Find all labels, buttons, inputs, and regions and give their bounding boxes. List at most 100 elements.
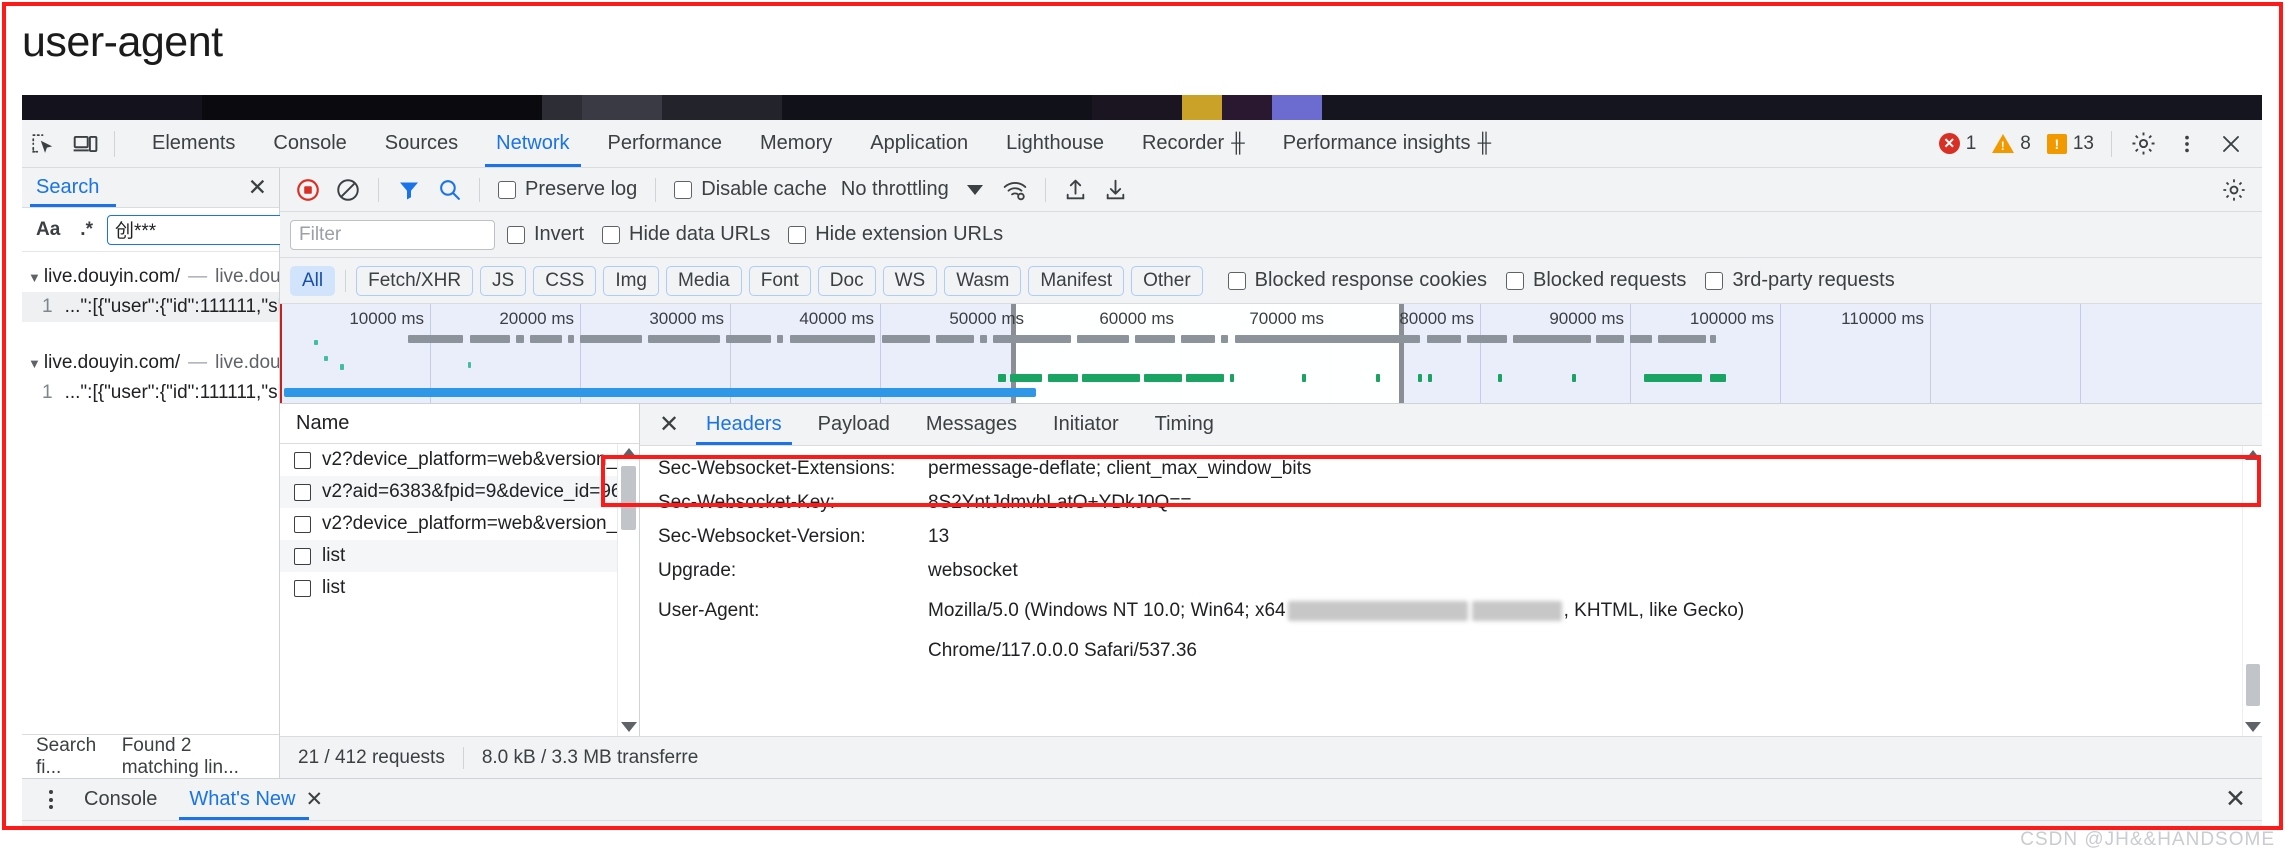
timeline-bar: [936, 335, 974, 343]
tab-memory[interactable]: Memory: [741, 120, 851, 167]
search-result-line[interactable]: 1 ...":[{"user":{"id":111111,"short_i...: [22, 378, 279, 408]
checkbox-box: [507, 225, 525, 244]
error-counter[interactable]: ✕ 1: [1932, 133, 1984, 155]
details-scrollbar[interactable]: [2242, 446, 2262, 736]
third-party-requests-checkbox[interactable]: 3rd-party requests: [1699, 269, 1900, 292]
tab-elements[interactable]: Elements: [133, 120, 254, 167]
chip-ws[interactable]: WS: [882, 265, 938, 296]
issues-counter[interactable]: ! 13: [2040, 133, 2101, 155]
header-row: Sec-Websocket-Extensions: permessage-def…: [640, 452, 2262, 486]
network-settings-gear-icon[interactable]: [2216, 172, 2252, 208]
device-toolbar-icon[interactable]: [64, 123, 106, 165]
chevron-down-icon[interactable]: [966, 184, 983, 195]
regex-toggle[interactable]: .*: [74, 217, 99, 243]
row-checkbox[interactable]: [294, 515, 311, 533]
warning-counter[interactable]: 8: [1985, 133, 2038, 155]
request-name: v2?device_platform=web&version_cod...: [322, 449, 639, 470]
chip-fetch-xhr[interactable]: Fetch/XHR: [356, 265, 474, 296]
scroll-down-icon[interactable]: [620, 722, 637, 732]
close-icon[interactable]: ✕: [652, 408, 686, 442]
tab-headers[interactable]: Headers: [690, 404, 798, 445]
match-case-toggle[interactable]: Aa: [30, 217, 66, 243]
transferred-size: 8.0 kB / 3.3 MB transferre: [481, 746, 699, 768]
blocked-requests-checkbox[interactable]: Blocked requests: [1500, 269, 1692, 292]
gear-icon[interactable]: [2122, 123, 2164, 165]
throttling-select[interactable]: No throttling: [837, 178, 953, 201]
timeline-bar: [530, 335, 562, 343]
kebab-menu-icon[interactable]: [2166, 123, 2208, 165]
filter-input[interactable]: [290, 219, 495, 250]
table-row[interactable]: v2?device_platform=web&version_cod...: [280, 508, 639, 540]
table-row[interactable]: list: [280, 572, 639, 604]
tab-network[interactable]: Network: [477, 120, 588, 167]
timeline-bar: [1010, 374, 1042, 382]
search-result-group[interactable]: ▼ live.douyin.com/ — live.douyin.co...: [22, 348, 279, 378]
row-checkbox[interactable]: [294, 579, 311, 597]
warning-count: 8: [2020, 132, 2031, 154]
drawer-close-icon[interactable]: ✕: [2225, 787, 2246, 812]
row-checkbox[interactable]: [294, 547, 311, 565]
disable-cache-checkbox[interactable]: Disable cache: [668, 178, 833, 201]
checkbox-box: [1227, 271, 1246, 290]
tab-timing[interactable]: Timing: [1139, 404, 1230, 445]
table-row[interactable]: v2?device_platform=web&version_cod...: [280, 444, 639, 476]
tab-messages[interactable]: Messages: [910, 404, 1033, 445]
clear-icon[interactable]: [330, 172, 366, 208]
wifi-settings-icon[interactable]: [997, 172, 1033, 208]
hide-extension-urls-checkbox[interactable]: Hide extension URLs: [782, 223, 1009, 246]
chip-media[interactable]: Media: [666, 265, 742, 296]
blocked-response-cookies-checkbox[interactable]: Blocked response cookies: [1222, 269, 1493, 292]
scrollbar-thumb[interactable]: [2246, 664, 2260, 706]
filter-funnel-icon[interactable]: [391, 172, 427, 208]
search-result-group[interactable]: ▼ live.douyin.com/ — live.douyin.co...: [22, 262, 279, 292]
requests-scrollbar[interactable]: [617, 444, 639, 736]
tab-sources[interactable]: Sources: [366, 120, 477, 167]
table-row[interactable]: list: [280, 540, 639, 572]
download-icon[interactable]: [1098, 172, 1134, 208]
drawer-tab-console[interactable]: Console: [68, 779, 173, 820]
scroll-down-icon[interactable]: [2244, 722, 2261, 732]
chip-all[interactable]: All: [290, 265, 336, 296]
tab-lighthouse[interactable]: Lighthouse: [987, 120, 1123, 167]
tab-payload[interactable]: Payload: [802, 404, 906, 445]
kebab-menu-icon[interactable]: [34, 783, 68, 817]
inspect-element-icon[interactable]: [22, 123, 64, 165]
close-icon[interactable]: ✕: [305, 789, 323, 810]
search-result-line[interactable]: 1 ...":[{"user":{"id":111111,"short_i...: [22, 292, 279, 322]
row-checkbox[interactable]: [294, 451, 311, 469]
hide-data-urls-checkbox[interactable]: Hide data URLs: [596, 223, 776, 246]
tab-initiator[interactable]: Initiator: [1037, 404, 1135, 445]
preserve-log-checkbox[interactable]: Preserve log: [492, 178, 643, 201]
row-checkbox[interactable]: [294, 483, 311, 501]
close-icon[interactable]: [2210, 123, 2252, 165]
chip-js[interactable]: JS: [480, 265, 527, 296]
record-stop-icon[interactable]: [290, 172, 326, 208]
requests-column-header-name[interactable]: Name: [280, 404, 639, 444]
timeline-tick-label: 20000 ms: [499, 309, 574, 328]
scroll-up-icon[interactable]: [2244, 450, 2261, 460]
chip-other[interactable]: Other: [1131, 265, 1203, 296]
chip-font[interactable]: Font: [748, 265, 811, 296]
chip-css[interactable]: CSS: [533, 265, 597, 296]
tab-application[interactable]: Application: [851, 120, 987, 167]
invert-checkbox[interactable]: Invert: [501, 223, 590, 246]
timeline-ruler: 10000 ms 20000 ms 30000 ms 40000 ms 5000…: [280, 304, 2262, 332]
chip-manifest[interactable]: Manifest: [1028, 265, 1125, 296]
table-row[interactable]: v2?aid=6383&fpid=9&device_id=969...: [280, 476, 639, 508]
drawer-tab-whats-new[interactable]: What's New ✕: [173, 779, 339, 820]
chip-img[interactable]: Img: [603, 265, 659, 296]
scrollbar-thumb[interactable]: [621, 466, 636, 530]
network-timeline-overview[interactable]: 10000 ms 20000 ms 30000 ms 40000 ms 5000…: [280, 304, 2262, 404]
tab-recorder[interactable]: Recorder ╫: [1123, 120, 1264, 167]
requests-rows: v2?device_platform=web&version_cod... v2…: [280, 444, 639, 736]
close-icon[interactable]: ✕: [248, 176, 267, 199]
tab-console[interactable]: Console: [254, 120, 365, 167]
tab-performance[interactable]: Performance: [589, 120, 742, 167]
chip-doc[interactable]: Doc: [817, 265, 876, 296]
tab-label: Memory: [760, 132, 833, 154]
tab-performance-insights[interactable]: Performance insights ╫: [1264, 120, 1510, 167]
search-icon[interactable]: [431, 172, 467, 208]
chip-wasm[interactable]: Wasm: [944, 265, 1022, 296]
scroll-up-icon[interactable]: [620, 448, 637, 458]
upload-icon[interactable]: [1058, 172, 1094, 208]
